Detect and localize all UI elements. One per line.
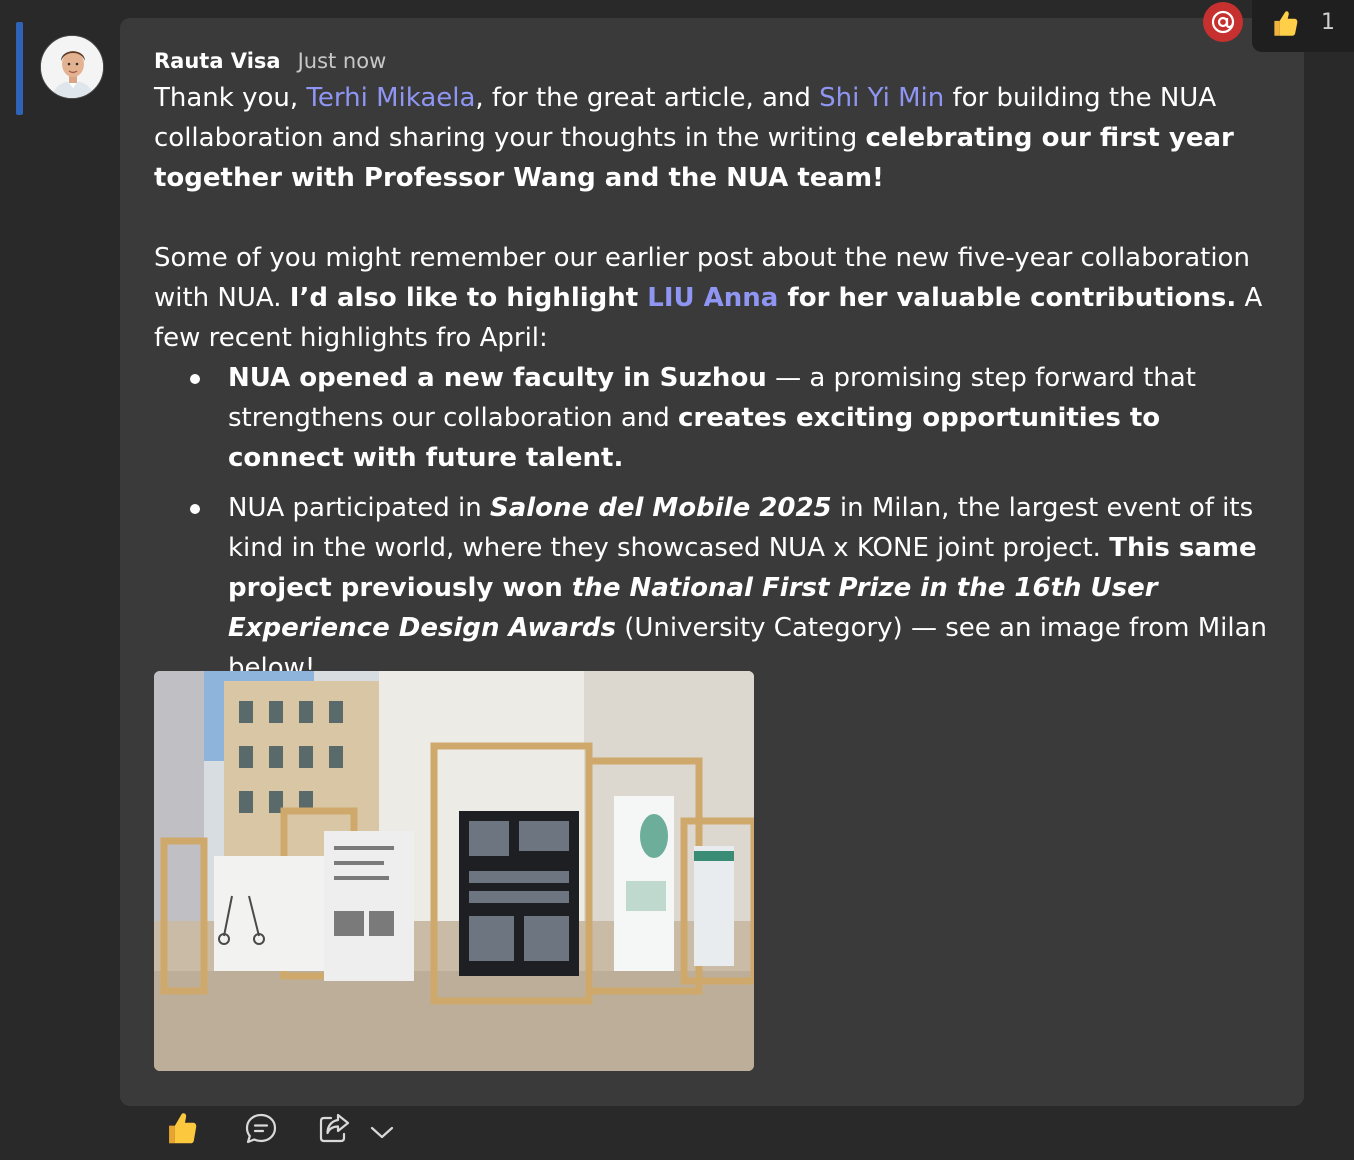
bold-text: I’d also like to highlight xyxy=(289,283,648,313)
text-segment: Thank you, xyxy=(154,83,307,113)
share-icon xyxy=(319,1113,350,1143)
unread-indicator xyxy=(16,22,23,115)
mention-shi-yi-min[interactable]: Shi Yi Min xyxy=(819,83,944,113)
thumbs-up-graphic xyxy=(1274,11,1298,36)
milan-exhibition-photo[interactable] xyxy=(154,671,754,1071)
paragraph-thanks: Thank you, Terhi Mikaela, for the great … xyxy=(154,78,1276,198)
list-item: NUA opened a new faculty in Suzhou — a p… xyxy=(154,358,1276,478)
message-body: Thank you, Terhi Mikaela, for the great … xyxy=(154,78,1276,688)
reaction-count: 1 xyxy=(1321,10,1335,35)
thumbs-up-icon xyxy=(169,1113,197,1144)
message-header: Rauta Visa Just now xyxy=(154,49,386,73)
paragraph-highlights: Some of you might remember our earlier p… xyxy=(154,238,1276,358)
reply-icon xyxy=(245,1113,277,1144)
author-name[interactable]: Rauta Visa xyxy=(154,49,281,73)
bold-italic-text: Salone del Mobile 2025 xyxy=(489,493,832,523)
avatar-portrait xyxy=(41,36,103,98)
bold-text: NUA opened a new faculty in Suzhou xyxy=(228,363,767,393)
text-segment: NUA participated in xyxy=(228,493,490,523)
text-segment: , for the great article, and xyxy=(475,83,820,113)
at-icon[interactable] xyxy=(1203,2,1243,42)
bold-text: for her valuable contributions. xyxy=(778,283,1237,313)
chevron-down-icon xyxy=(370,1126,394,1139)
mention-terhi-mikaela[interactable]: Terhi Mikaela xyxy=(306,83,475,113)
photo-illustration xyxy=(154,671,754,1071)
mention-liu-anna[interactable]: LIU Anna xyxy=(647,283,778,313)
share-button[interactable] xyxy=(316,1110,352,1150)
reply-button[interactable] xyxy=(243,1111,279,1151)
like-button[interactable] xyxy=(163,1108,201,1152)
timestamp: Just now xyxy=(297,49,387,73)
avatar[interactable] xyxy=(40,35,104,99)
highlights-list: NUA opened a new faculty in Suzhou — a p… xyxy=(154,358,1276,688)
more-actions-button[interactable] xyxy=(368,1118,396,1150)
list-item: NUA participated in Salone del Mobile 20… xyxy=(154,488,1276,688)
at-symbol xyxy=(1211,10,1235,34)
thumbs-up-icon[interactable] xyxy=(1268,6,1302,44)
